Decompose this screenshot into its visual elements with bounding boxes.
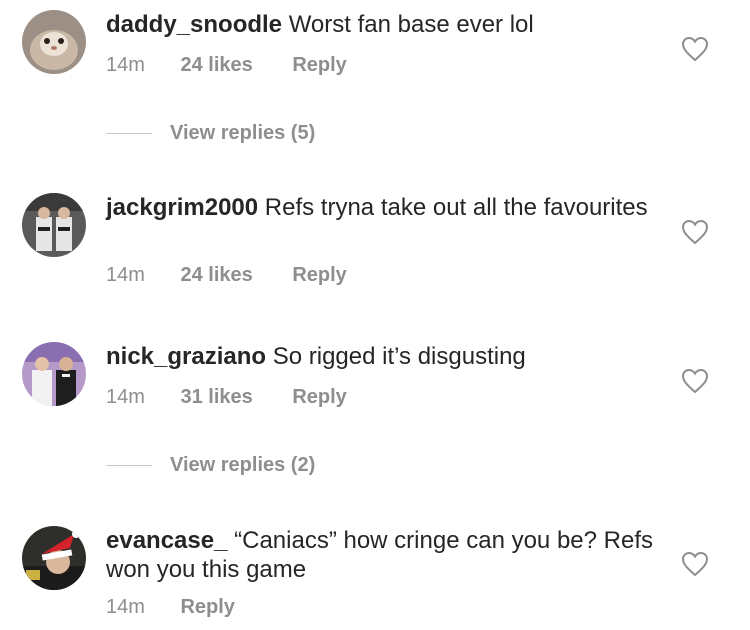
comment-likes[interactable]: 24 likes	[180, 264, 252, 286]
reply-button[interactable]: Reply	[180, 596, 234, 618]
view-replies-button[interactable]: View replies (5)	[106, 122, 315, 145]
avatar[interactable]	[22, 526, 86, 590]
comment-text: daddy_snoodle Worst fan base ever lol	[106, 10, 666, 39]
comment-time: 14m	[106, 596, 145, 618]
comment-meta: 14m 31 likes Reply	[106, 386, 347, 409]
comment-message: Refs tryna take out all the favourites	[264, 194, 648, 221]
heart-outline-icon[interactable]	[681, 36, 709, 62]
comment-username[interactable]: jackgrim2000	[106, 194, 258, 221]
comment-message: Worst fan base ever lol	[288, 11, 534, 38]
comment-likes[interactable]: 24 likes	[180, 54, 252, 76]
divider-line	[106, 465, 152, 467]
comment-likes[interactable]: 31 likes	[180, 386, 252, 408]
reply-button[interactable]: Reply	[292, 54, 346, 76]
view-replies-label: View replies (5)	[170, 122, 316, 144]
comment-meta: 14m 24 likes Reply	[106, 54, 347, 77]
comment-username[interactable]: nick_graziano	[106, 343, 266, 370]
comment-meta: 14m 24 likes Reply	[106, 264, 347, 287]
avatar[interactable]	[22, 10, 86, 74]
reply-button[interactable]: Reply	[292, 386, 346, 408]
heart-outline-icon[interactable]	[681, 551, 709, 577]
divider-line	[106, 133, 152, 135]
avatar[interactable]	[22, 193, 86, 257]
comment-username[interactable]: daddy_snoodle	[106, 11, 282, 38]
heart-outline-icon[interactable]	[681, 219, 709, 245]
comment-time: 14m	[106, 54, 145, 76]
avatar[interactable]	[22, 342, 86, 406]
comment-text: nick_graziano So rigged it’s disgusting	[106, 342, 666, 371]
comment-meta: 14m Reply	[106, 596, 235, 619]
comment-text: jackgrim2000 Refs tryna take out all the…	[106, 193, 666, 222]
view-replies-label: View replies (2)	[170, 454, 316, 476]
comment-message: So rigged it’s disgusting	[272, 343, 526, 370]
comment-time: 14m	[106, 386, 145, 408]
reply-button[interactable]: Reply	[292, 264, 346, 286]
heart-outline-icon[interactable]	[681, 368, 709, 394]
comment-time: 14m	[106, 264, 145, 286]
comment-username[interactable]: evancase_	[106, 527, 227, 554]
view-replies-button[interactable]: View replies (2)	[106, 454, 315, 477]
comment-text: evancase_ “Caniacs” how cringe can you b…	[106, 526, 666, 584]
